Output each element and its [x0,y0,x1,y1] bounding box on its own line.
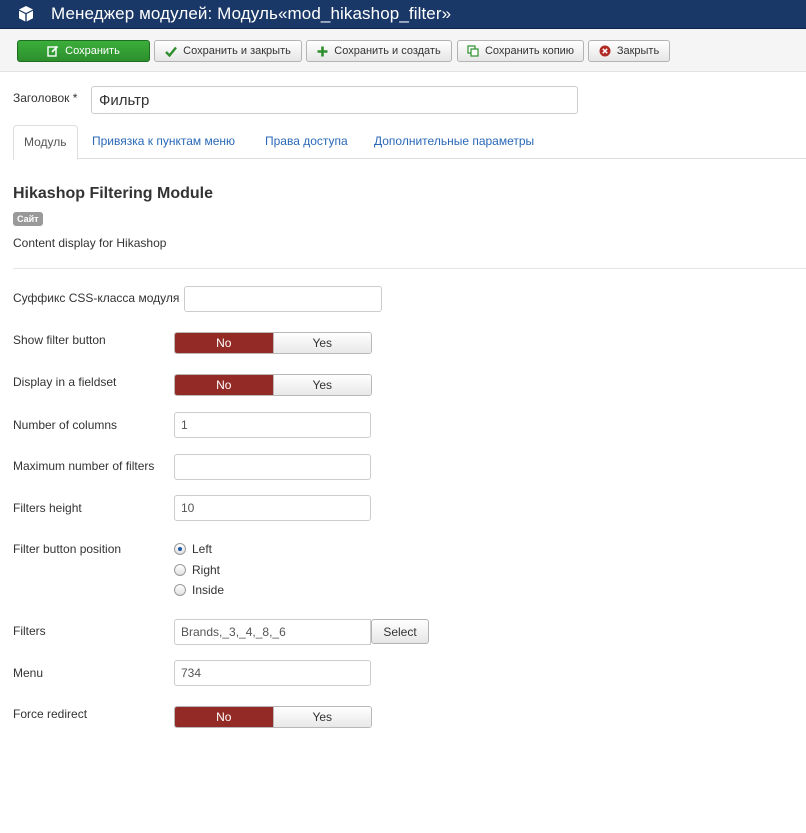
toolbar: Сохранить Сохранить и закрыть Сохранить … [0,29,806,72]
tab-permissions[interactable]: Права доступа [253,125,360,159]
divider [13,268,806,269]
show-filter-button-no[interactable]: No [175,333,273,353]
num-columns-label: Number of columns [13,418,118,432]
save-copy-button[interactable]: Сохранить копию [457,40,584,62]
module-description: Content display for Hikashop [13,236,167,250]
edit-icon [47,45,59,57]
radio-option-left[interactable]: Left [174,542,212,556]
close-label: Закрыть [616,45,660,57]
radio-right[interactable] [174,564,186,576]
show-filter-button-yes[interactable]: Yes [272,333,371,353]
save-new-button[interactable]: Сохранить и создать [306,40,452,62]
radio-left-label: Left [192,542,213,556]
tab-bar: Модуль Привязка к пунктам меню Права дос… [13,125,806,160]
display-fieldset-no[interactable]: No [175,375,273,395]
title-input[interactable] [91,86,578,114]
max-filters-input[interactable] [174,454,371,480]
display-fieldset-yes[interactable]: Yes [272,375,371,395]
radio-option-inside[interactable]: Inside [174,583,224,597]
copy-icon [467,45,479,57]
force-redirect-no[interactable]: No [175,707,273,727]
save-close-button[interactable]: Сохранить и закрыть [154,40,302,62]
save-new-label: Сохранить и создать [334,45,441,57]
check-icon [165,46,178,57]
plus-icon [317,46,328,57]
menu-label: Menu [13,666,44,680]
radio-inside-label: Inside [192,583,225,597]
show-filter-button-label: Show filter button [13,333,106,347]
css-suffix-label: Суффикс CSS-класса модуля [13,291,180,305]
filters-height-input[interactable] [174,495,371,521]
tab-module[interactable]: Модуль [13,125,78,160]
show-filter-button-toggle: No Yes [174,332,372,354]
menu-input[interactable] [174,660,371,686]
force-redirect-label: Force redirect [13,707,88,721]
close-button[interactable]: Закрыть [588,40,670,62]
close-circle-icon [599,45,611,57]
filters-label: Filters [13,624,46,638]
radio-left[interactable] [174,543,186,555]
max-filters-label: Maximum number of filters [13,459,155,473]
css-suffix-input[interactable] [184,286,382,312]
cube-icon [15,3,37,25]
tab-menu-assignment[interactable]: Привязка к пунктам меню [80,125,247,159]
filters-select-button[interactable]: Select [371,619,429,644]
site-badge: Сайт [13,212,43,226]
force-redirect-yes[interactable]: Yes [272,707,371,727]
page-title: Менеджер модулей: Модуль«mod_hikashop_fi… [51,4,452,23]
save-button-label: Сохранить [65,45,120,57]
save-copy-label: Сохранить копию [484,45,575,57]
save-close-label: Сохранить и закрыть [183,45,291,57]
radio-inside[interactable] [174,584,186,596]
tab-advanced[interactable]: Дополнительные параметры [362,125,546,159]
module-name: Hikashop Filtering Module [13,185,214,202]
filters-height-label: Filters height [13,501,82,515]
display-fieldset-label: Display in a fieldset [13,375,117,389]
radio-option-right[interactable]: Right [174,563,220,577]
radio-right-label: Right [192,563,221,577]
num-columns-input[interactable] [174,412,371,438]
display-fieldset-toggle: No Yes [174,374,372,396]
top-header-bar: Менеджер модулей: Модуль«mod_hikashop_fi… [0,0,806,29]
title-label: Заголовок * [13,91,78,105]
filters-input[interactable] [174,619,371,645]
save-button[interactable]: Сохранить [17,40,150,62]
filter-button-position-label: Filter button position [13,542,122,556]
force-redirect-toggle: No Yes [174,706,372,728]
